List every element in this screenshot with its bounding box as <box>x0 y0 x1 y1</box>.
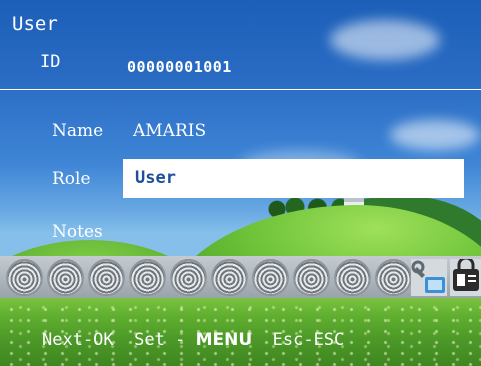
device-screen: User ID 00000001001 Name AMARIS Role Use… <box>0 0 481 366</box>
cloud <box>330 20 440 60</box>
cloud <box>390 120 480 150</box>
notes-label: Notes <box>52 222 103 242</box>
fingerprint-icon[interactable] <box>47 259 84 296</box>
fingerprint-icon[interactable] <box>334 259 371 296</box>
footer-hints: Next-OK Set - MENU Esc-ESC <box>42 330 344 350</box>
set-hint: Set - <box>134 330 186 350</box>
id-label: ID <box>40 52 61 72</box>
fingerprint-icon[interactable] <box>88 259 125 296</box>
fingerprint-icon[interactable] <box>252 259 289 296</box>
id-card-icon[interactable] <box>450 259 481 296</box>
fingerprint-icon[interactable] <box>129 259 166 296</box>
fingerprint-icon[interactable] <box>375 259 412 296</box>
fingerprint-icon[interactable] <box>211 259 248 296</box>
next-hint: Next-OK <box>42 330 114 350</box>
header-divider <box>0 89 481 90</box>
page-title: User <box>12 13 58 35</box>
esc-hint: Esc-ESC <box>272 330 345 350</box>
fingerprint-icon[interactable] <box>6 259 43 296</box>
name-label: Name <box>52 121 104 141</box>
wrench-icon[interactable] <box>411 259 447 296</box>
name-field[interactable]: AMARIS <box>133 121 206 141</box>
fingerprint-icon[interactable] <box>293 259 330 296</box>
fingerprint-icon[interactable] <box>170 259 207 296</box>
menu-hint: MENU <box>195 330 253 350</box>
role-label: Role <box>52 169 91 189</box>
id-value: 00000001001 <box>127 58 232 76</box>
role-field[interactable]: User <box>123 159 464 198</box>
